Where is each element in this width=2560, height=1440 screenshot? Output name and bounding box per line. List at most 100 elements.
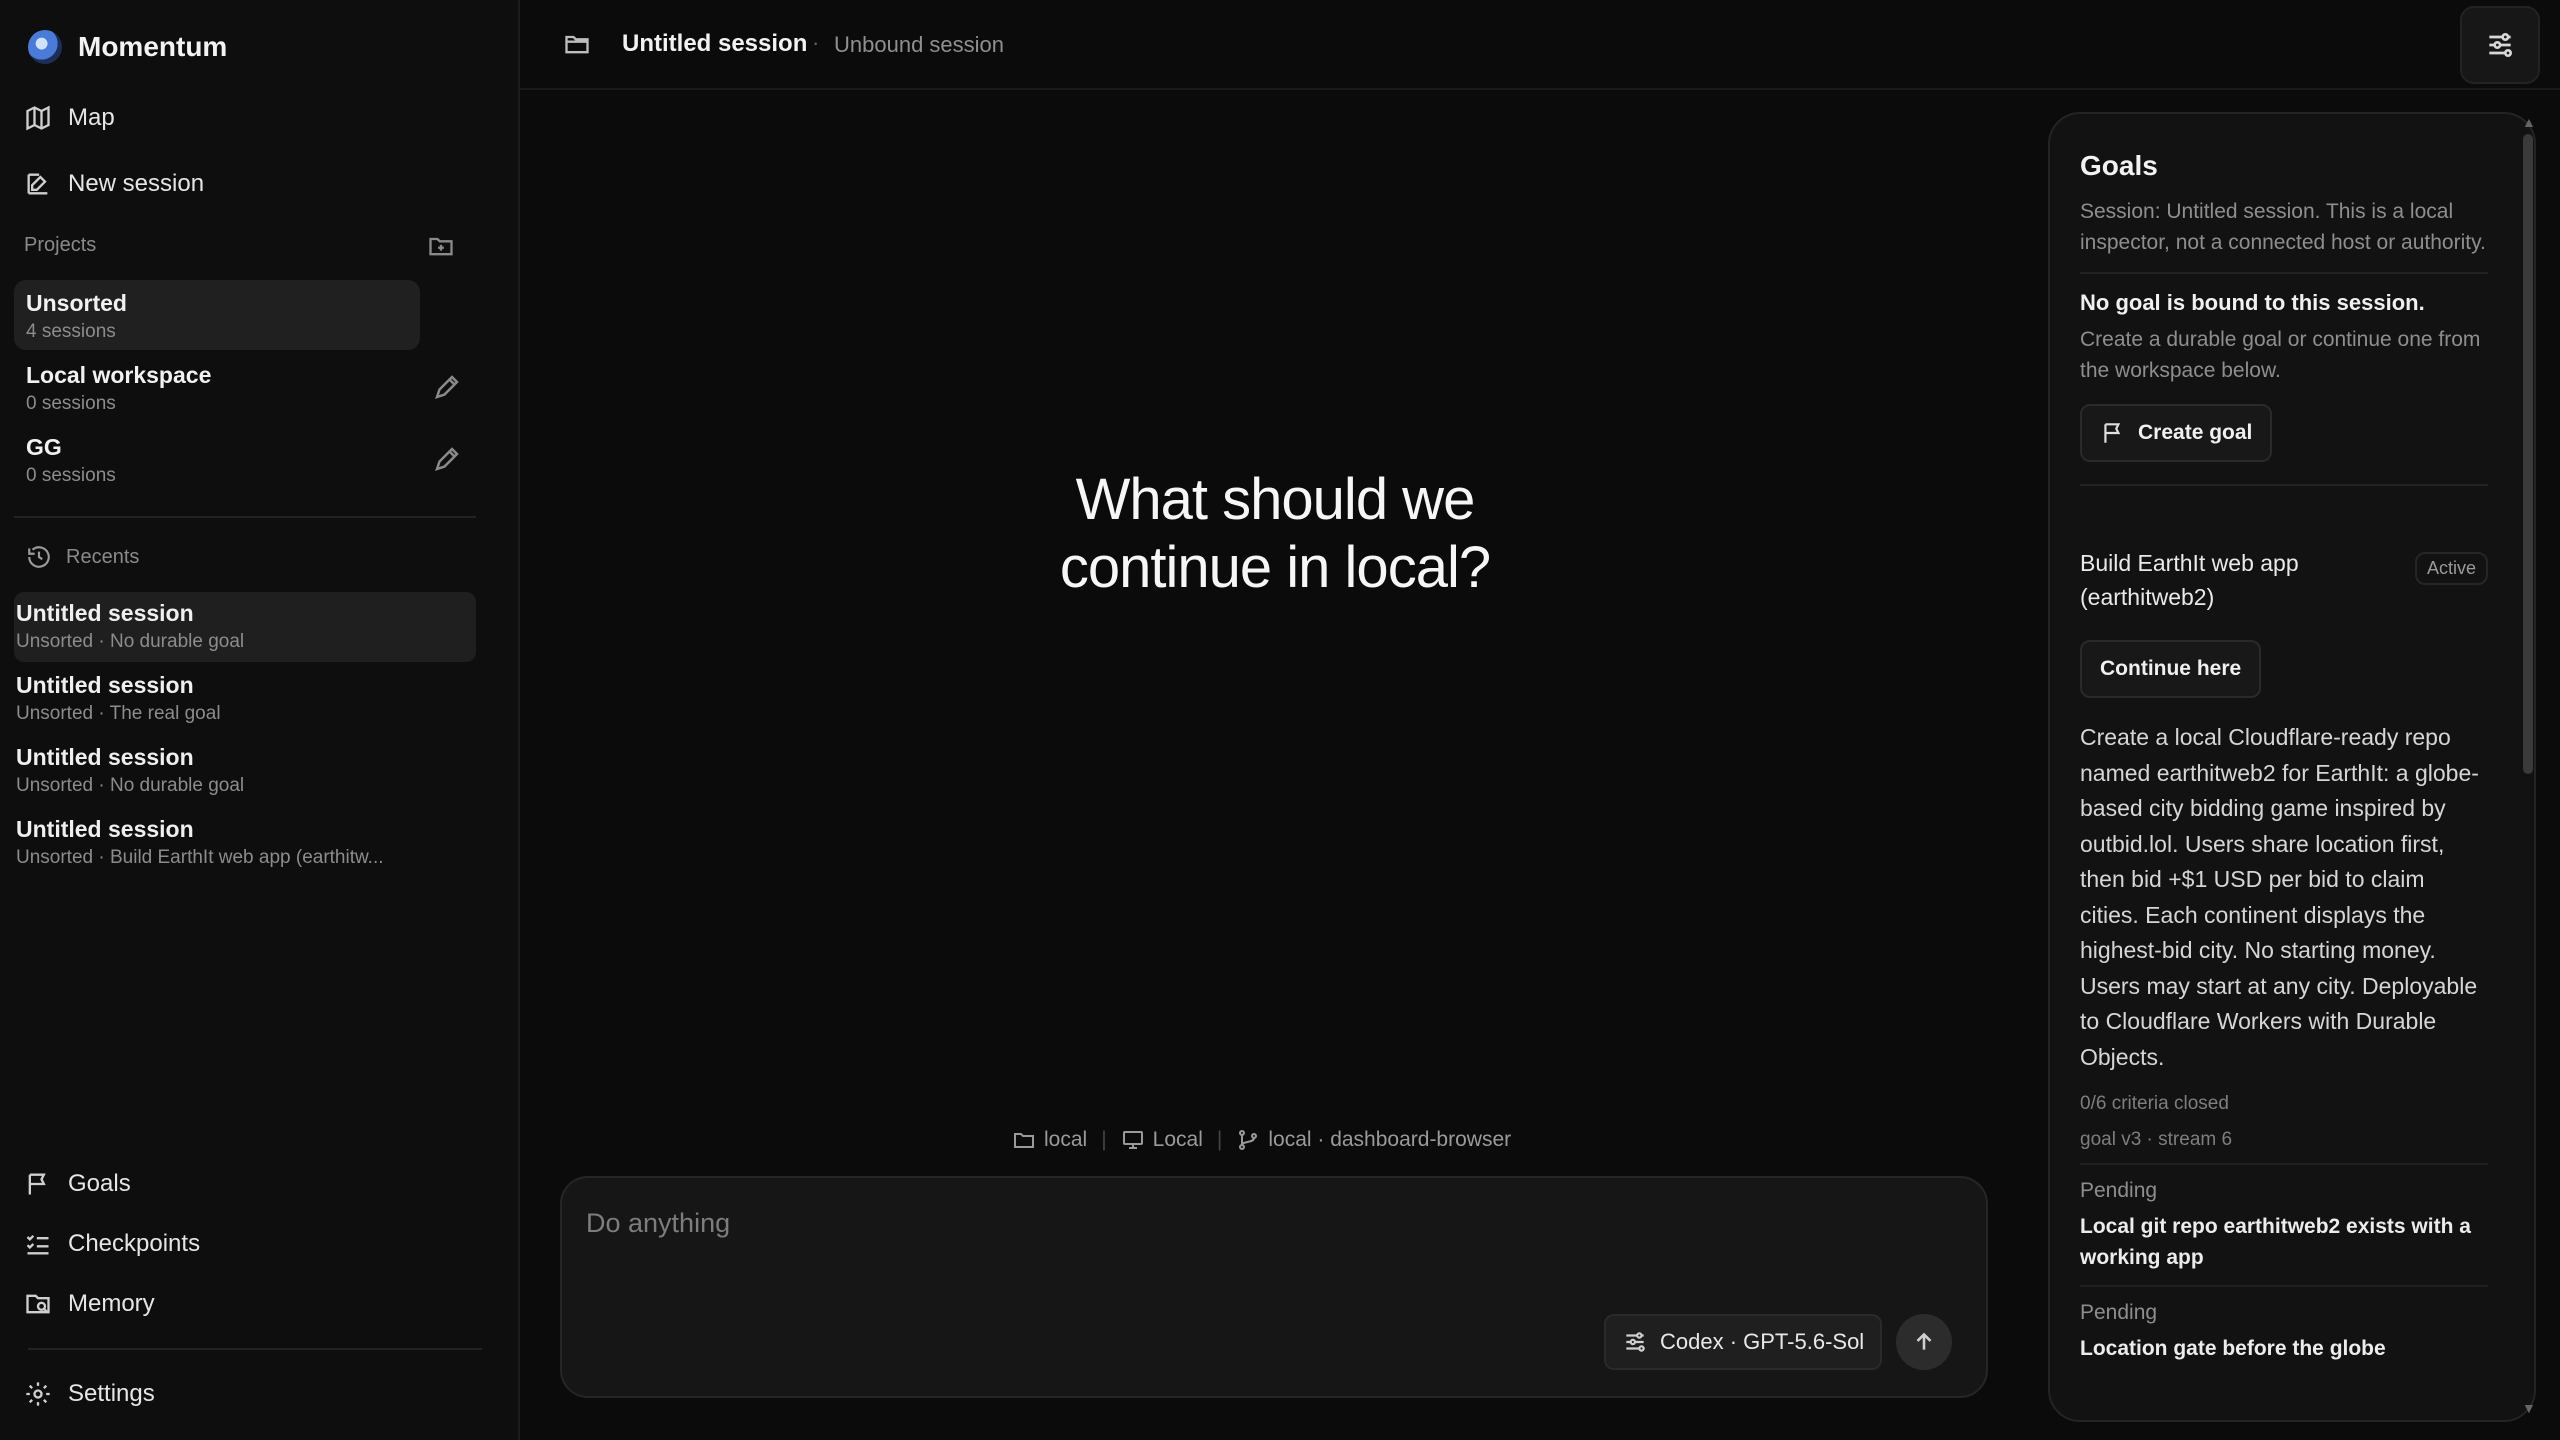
- project-item-unsorted[interactable]: Unsorted 4 sessions: [14, 280, 420, 350]
- add-project-button[interactable]: [426, 232, 456, 260]
- send-button[interactable]: [1896, 1314, 1952, 1370]
- criterion-state: Pending: [2080, 1301, 2158, 1324]
- folder-plus-icon: [429, 237, 453, 256]
- divider: [2080, 484, 2488, 486]
- recent-subtitle: Unsorted · No durable goal: [16, 631, 245, 652]
- nav-new-session-label: New session: [68, 170, 205, 197]
- prompt-input[interactable]: [586, 1208, 1886, 1239]
- pencil-icon: [435, 375, 459, 399]
- goals-scrollbar-thumb[interactable]: [2523, 134, 2533, 774]
- nav-checkpoints-label: Checkpoints: [68, 1230, 201, 1257]
- hero-line-1: What should we: [1075, 467, 1476, 532]
- history-icon: [28, 546, 50, 568]
- context-host-label: Local: [1152, 1128, 1203, 1151]
- create-goal-label: Create goal: [2138, 421, 2253, 444]
- git-branch-icon: [1239, 1130, 1258, 1150]
- flag-icon: [28, 1173, 46, 1195]
- model-label: Codex · GPT-5.6-Sol: [1660, 1329, 1865, 1354]
- scroll-up-arrow-icon[interactable]: ▲: [2522, 114, 2536, 130]
- criterion-item[interactable]: Pending Local git repo earthitweb2 exist…: [2080, 1163, 2488, 1273]
- project-count: 0 sessions: [26, 465, 116, 486]
- continue-here-button[interactable]: Continue here: [2080, 640, 2262, 698]
- divider: [2080, 272, 2488, 274]
- recent-session-item[interactable]: Untitled session Unsorted · Build EarthI…: [14, 808, 476, 878]
- criterion-item[interactable]: Pending Location gate before the globe: [2080, 1285, 2488, 1364]
- recent-subtitle: Unsorted · Build EarthIt web app (earthi…: [16, 847, 384, 868]
- criterion-text: Local git repo earthitweb2 exists with a…: [2080, 1215, 2471, 1269]
- separator: |: [1101, 1128, 1107, 1151]
- status-badge: Active: [2414, 552, 2488, 585]
- project-count: 4 sessions: [26, 321, 116, 342]
- arrow-up-icon: [1916, 1332, 1932, 1350]
- context-folder-label: local: [1044, 1128, 1088, 1151]
- rename-project-button[interactable]: [432, 372, 462, 402]
- goal-description: Create a local Cloudflare-ready repo nam…: [2080, 724, 2479, 1070]
- context-branch[interactable]: local · dashboard-browser: [1236, 1128, 1511, 1152]
- recents-header: Recents: [26, 544, 139, 570]
- brand-name: Momentum: [78, 31, 228, 62]
- momentum-logo-icon: [28, 30, 62, 64]
- projects-label: Projects: [24, 234, 97, 256]
- map-icon: [26, 105, 50, 131]
- recent-session-item[interactable]: Untitled session Unsorted · The real goa…: [14, 664, 476, 734]
- scroll-down-arrow-icon[interactable]: ▼: [2522, 1400, 2536, 1416]
- sidebar: Momentum Map New session Projects Unsort…: [0, 0, 520, 1440]
- gear-icon: [26, 1382, 50, 1406]
- folder-icon: [562, 30, 592, 58]
- sliders-icon: [2489, 33, 2512, 57]
- panel-toggle-button[interactable]: [2460, 6, 2540, 84]
- continue-here-label: Continue here: [2100, 657, 2242, 680]
- goal-name: Build EarthIt web app (earthitweb2): [2080, 550, 2299, 610]
- project-count: 0 sessions: [26, 393, 116, 414]
- divider: [28, 1348, 482, 1350]
- divider: [14, 516, 476, 518]
- nav-goals[interactable]: Goals: [24, 1170, 131, 1198]
- criterion-text: Location gate before the globe: [2080, 1337, 2386, 1360]
- context-branch-label: local · dashboard-browser: [1268, 1128, 1512, 1151]
- hero-line-2: continue in local?: [1059, 535, 1491, 600]
- session-header: Untitled session · Unbound session: [520, 0, 2560, 90]
- context-bar: local | Local | local · dashboard-browse…: [1012, 1128, 1511, 1152]
- nav-memory-label: Memory: [68, 1290, 155, 1317]
- nav-checkpoints[interactable]: Checkpoints: [24, 1230, 200, 1258]
- context-host[interactable]: Local: [1121, 1128, 1203, 1152]
- recent-subtitle: Unsorted · The real goal: [16, 703, 221, 724]
- nav-map-label: Map: [68, 104, 115, 131]
- criterion-state: Pending: [2080, 1179, 2158, 1202]
- project-item-gg[interactable]: GG 0 sessions: [14, 424, 420, 494]
- session-title[interactable]: Untitled session: [622, 30, 807, 58]
- recent-title: Untitled session: [16, 816, 194, 842]
- no-goal-title: No goal is bound to this session.: [2080, 290, 2425, 315]
- recent-title: Untitled session: [16, 600, 194, 626]
- hero-prompt: What should we continue in local?: [560, 466, 1990, 602]
- criteria-count: 0/6 criteria closed: [2080, 1093, 2229, 1114]
- recent-session-item[interactable]: Untitled session Unsorted · No durable g…: [14, 592, 476, 662]
- goal-version: goal v3 · stream 6: [2080, 1129, 2233, 1150]
- nav-memory[interactable]: Memory: [24, 1290, 155, 1318]
- goal-header: Build EarthIt web app (earthitweb2) Acti…: [2080, 546, 2488, 614]
- model-selector-button[interactable]: Codex · GPT-5.6-Sol: [1604, 1314, 1883, 1370]
- nav-map[interactable]: Map: [24, 104, 115, 132]
- nav-settings-label: Settings: [68, 1380, 155, 1407]
- recent-session-item[interactable]: Untitled session Unsorted · No durable g…: [14, 736, 476, 806]
- recent-subtitle: Unsorted · No durable goal: [16, 775, 245, 796]
- goals-title: Goals: [2080, 150, 2158, 181]
- brand[interactable]: Momentum: [28, 30, 227, 64]
- goals-panel: Goals Session: Untitled session. This is…: [2048, 112, 2536, 1422]
- nav-goals-label: Goals: [68, 1170, 131, 1197]
- project-item-local-workspace[interactable]: Local workspace 0 sessions: [14, 352, 420, 422]
- nav-settings[interactable]: Settings: [24, 1380, 155, 1408]
- nav-new-session[interactable]: New session: [24, 170, 204, 198]
- context-folder[interactable]: local: [1012, 1128, 1087, 1152]
- rename-project-button[interactable]: [432, 444, 462, 474]
- recent-title: Untitled session: [16, 744, 194, 770]
- session-binding-status: Unbound session: [834, 32, 1005, 57]
- project-name: GG: [26, 434, 62, 460]
- checklist-icon: [26, 1235, 49, 1255]
- monitor-icon: [1122, 1131, 1143, 1149]
- create-goal-button[interactable]: Create goal: [2080, 404, 2273, 462]
- project-name: Unsorted: [26, 290, 127, 316]
- no-goal-description: Create a durable goal or continue one fr…: [2080, 328, 2481, 382]
- sliders-icon: [1626, 1332, 1645, 1352]
- header-separator: ·: [812, 30, 820, 55]
